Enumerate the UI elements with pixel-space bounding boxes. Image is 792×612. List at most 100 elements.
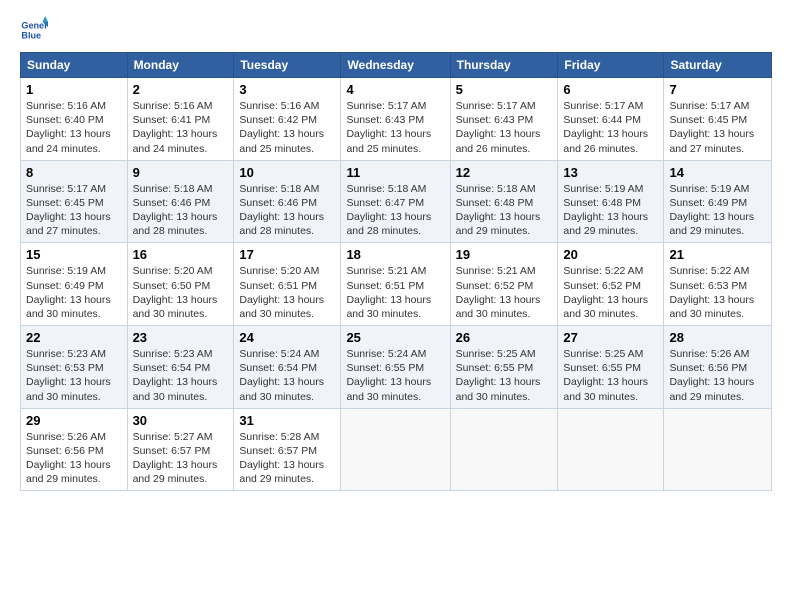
day-cell: 20 Sunrise: 5:22 AMSunset: 6:52 PMDayligh…: [558, 243, 664, 326]
col-header-saturday: Saturday: [664, 53, 772, 78]
day-number: 31: [239, 413, 335, 428]
day-number: 14: [669, 165, 766, 180]
svg-text:Blue: Blue: [21, 30, 41, 40]
day-cell: 23 Sunrise: 5:23 AMSunset: 6:54 PMDayligh…: [127, 326, 234, 409]
day-cell: 9 Sunrise: 5:18 AMSunset: 6:46 PMDaylight…: [127, 160, 234, 243]
day-number: 19: [456, 247, 553, 262]
week-row-3: 15 Sunrise: 5:19 AMSunset: 6:49 PMDayligh…: [21, 243, 772, 326]
day-cell: 13 Sunrise: 5:19 AMSunset: 6:48 PMDayligh…: [558, 160, 664, 243]
day-cell: 8Sunrise: 5:17 AMSunset: 6:45 PMDaylight…: [21, 160, 128, 243]
day-number: 18: [346, 247, 444, 262]
day-cell: 3 Sunrise: 5:16 AMSunset: 6:42 PMDaylight…: [234, 78, 341, 161]
day-number: 20: [563, 247, 658, 262]
day-number: 12: [456, 165, 553, 180]
logo: General Blue: [20, 16, 52, 44]
day-info: Sunrise: 5:25 AMSunset: 6:55 PMDaylight:…: [456, 347, 553, 404]
week-row-4: 22 Sunrise: 5:23 AMSunset: 6:53 PMDayligh…: [21, 326, 772, 409]
day-number: 17: [239, 247, 335, 262]
day-info: Sunrise: 5:18 AMSunset: 6:47 PMDaylight:…: [346, 182, 444, 239]
day-cell: [341, 408, 450, 491]
day-number: 15: [26, 247, 122, 262]
day-number: 5: [456, 82, 553, 97]
day-info: Sunrise: 5:16 AMSunset: 6:41 PMDaylight:…: [133, 99, 229, 156]
day-info: Sunrise: 5:18 AMSunset: 6:46 PMDaylight:…: [133, 182, 229, 239]
day-number: 11: [346, 165, 444, 180]
day-number: 25: [346, 330, 444, 345]
day-cell: 1Sunrise: 5:16 AMSunset: 6:40 PMDaylight…: [21, 78, 128, 161]
day-cell: 25 Sunrise: 5:24 AMSunset: 6:55 PMDayligh…: [341, 326, 450, 409]
day-info: Sunrise: 5:19 AMSunset: 6:49 PMDaylight:…: [669, 182, 766, 239]
day-cell: 22 Sunrise: 5:23 AMSunset: 6:53 PMDayligh…: [21, 326, 128, 409]
day-cell: 27 Sunrise: 5:25 AMSunset: 6:55 PMDayligh…: [558, 326, 664, 409]
day-info: Sunrise: 5:19 AMSunset: 6:49 PMDaylight:…: [26, 264, 122, 321]
day-cell: 26 Sunrise: 5:25 AMSunset: 6:55 PMDayligh…: [450, 326, 558, 409]
day-number: 24: [239, 330, 335, 345]
col-header-thursday: Thursday: [450, 53, 558, 78]
week-row-1: 1Sunrise: 5:16 AMSunset: 6:40 PMDaylight…: [21, 78, 772, 161]
day-number: 8: [26, 165, 122, 180]
day-info: Sunrise: 5:23 AMSunset: 6:53 PMDaylight:…: [26, 347, 122, 404]
day-info: Sunrise: 5:24 AMSunset: 6:54 PMDaylight:…: [239, 347, 335, 404]
day-info: Sunrise: 5:17 AMSunset: 6:44 PMDaylight:…: [563, 99, 658, 156]
day-info: Sunrise: 5:27 AMSunset: 6:57 PMDaylight:…: [133, 430, 229, 487]
day-info: Sunrise: 5:17 AMSunset: 6:43 PMDaylight:…: [346, 99, 444, 156]
day-info: Sunrise: 5:16 AMSunset: 6:40 PMDaylight:…: [26, 99, 122, 156]
day-number: 4: [346, 82, 444, 97]
day-info: Sunrise: 5:24 AMSunset: 6:55 PMDaylight:…: [346, 347, 444, 404]
day-number: 28: [669, 330, 766, 345]
day-number: 23: [133, 330, 229, 345]
col-header-tuesday: Tuesday: [234, 53, 341, 78]
day-info: Sunrise: 5:28 AMSunset: 6:57 PMDaylight:…: [239, 430, 335, 487]
day-info: Sunrise: 5:19 AMSunset: 6:48 PMDaylight:…: [563, 182, 658, 239]
day-number: 16: [133, 247, 229, 262]
day-cell: 5 Sunrise: 5:17 AMSunset: 6:43 PMDaylight…: [450, 78, 558, 161]
day-cell: 17 Sunrise: 5:20 AMSunset: 6:51 PMDayligh…: [234, 243, 341, 326]
day-info: Sunrise: 5:21 AMSunset: 6:52 PMDaylight:…: [456, 264, 553, 321]
day-cell: 4 Sunrise: 5:17 AMSunset: 6:43 PMDaylight…: [341, 78, 450, 161]
day-cell: 18 Sunrise: 5:21 AMSunset: 6:51 PMDayligh…: [341, 243, 450, 326]
day-info: Sunrise: 5:22 AMSunset: 6:52 PMDaylight:…: [563, 264, 658, 321]
day-info: Sunrise: 5:17 AMSunset: 6:45 PMDaylight:…: [669, 99, 766, 156]
day-cell: 16 Sunrise: 5:20 AMSunset: 6:50 PMDayligh…: [127, 243, 234, 326]
day-info: Sunrise: 5:16 AMSunset: 6:42 PMDaylight:…: [239, 99, 335, 156]
col-header-friday: Friday: [558, 53, 664, 78]
day-number: 13: [563, 165, 658, 180]
day-cell: 12 Sunrise: 5:18 AMSunset: 6:48 PMDayligh…: [450, 160, 558, 243]
day-number: 29: [26, 413, 122, 428]
day-number: 26: [456, 330, 553, 345]
day-info: Sunrise: 5:25 AMSunset: 6:55 PMDaylight:…: [563, 347, 658, 404]
header: General Blue: [20, 16, 772, 44]
day-info: Sunrise: 5:26 AMSunset: 6:56 PMDaylight:…: [669, 347, 766, 404]
day-number: 3: [239, 82, 335, 97]
day-number: 7: [669, 82, 766, 97]
day-cell: 2 Sunrise: 5:16 AMSunset: 6:41 PMDaylight…: [127, 78, 234, 161]
day-info: Sunrise: 5:21 AMSunset: 6:51 PMDaylight:…: [346, 264, 444, 321]
day-cell: 6Sunrise: 5:17 AMSunset: 6:44 PMDaylight…: [558, 78, 664, 161]
day-number: 30: [133, 413, 229, 428]
day-cell: 28 Sunrise: 5:26 AMSunset: 6:56 PMDayligh…: [664, 326, 772, 409]
day-number: 10: [239, 165, 335, 180]
day-cell: 31 Sunrise: 5:28 AMSunset: 6:57 PMDayligh…: [234, 408, 341, 491]
week-row-5: 29Sunrise: 5:26 AMSunset: 6:56 PMDayligh…: [21, 408, 772, 491]
day-info: Sunrise: 5:18 AMSunset: 6:48 PMDaylight:…: [456, 182, 553, 239]
day-number: 2: [133, 82, 229, 97]
week-row-2: 8Sunrise: 5:17 AMSunset: 6:45 PMDaylight…: [21, 160, 772, 243]
day-info: Sunrise: 5:17 AMSunset: 6:43 PMDaylight:…: [456, 99, 553, 156]
header-row: SundayMondayTuesdayWednesdayThursdayFrid…: [21, 53, 772, 78]
day-number: 27: [563, 330, 658, 345]
day-cell: 14 Sunrise: 5:19 AMSunset: 6:49 PMDayligh…: [664, 160, 772, 243]
day-info: Sunrise: 5:20 AMSunset: 6:50 PMDaylight:…: [133, 264, 229, 321]
day-info: Sunrise: 5:23 AMSunset: 6:54 PMDaylight:…: [133, 347, 229, 404]
day-cell: [558, 408, 664, 491]
page: General Blue SundayMondayTuesdayWednesda…: [0, 0, 792, 612]
day-number: 21: [669, 247, 766, 262]
day-cell: [664, 408, 772, 491]
col-header-monday: Monday: [127, 53, 234, 78]
day-cell: 30 Sunrise: 5:27 AMSunset: 6:57 PMDayligh…: [127, 408, 234, 491]
col-header-wednesday: Wednesday: [341, 53, 450, 78]
logo-icon: General Blue: [20, 16, 48, 44]
day-info: Sunrise: 5:20 AMSunset: 6:51 PMDaylight:…: [239, 264, 335, 321]
day-number: 22: [26, 330, 122, 345]
day-cell: [450, 408, 558, 491]
day-number: 9: [133, 165, 229, 180]
